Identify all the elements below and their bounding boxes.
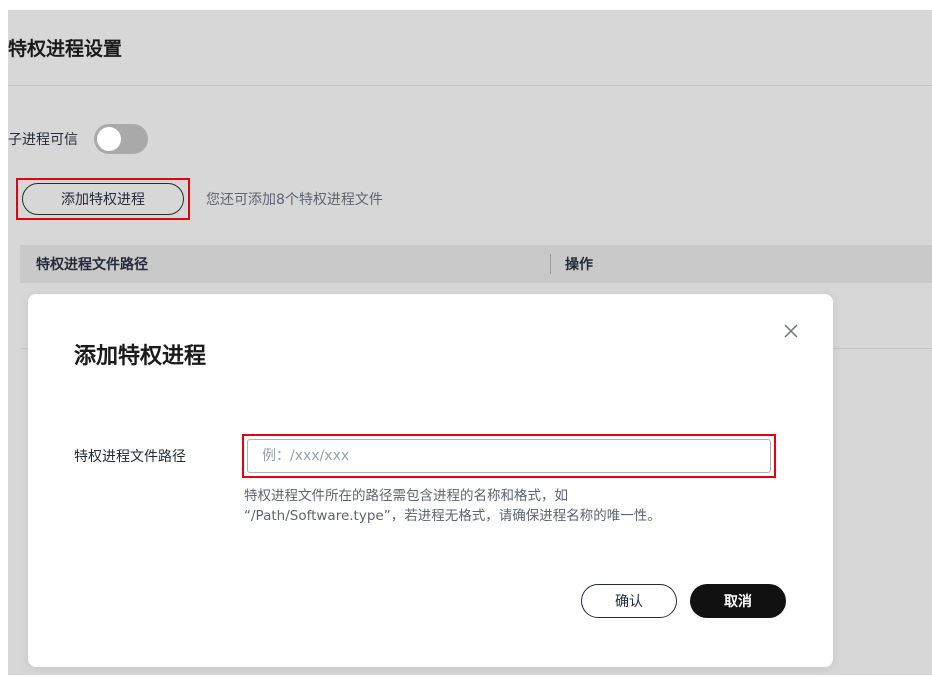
dialog-title: 添加特权进程	[74, 344, 207, 369]
help-line: 特权进程文件所在的路径需包含进程的名称和格式，如	[244, 488, 568, 504]
close-icon[interactable]	[780, 320, 802, 342]
help-line: “/Path/Software.type”，若进程无格式，请确保进程名称的唯一性…	[244, 508, 661, 524]
highlight-box: 添加特权进程	[16, 178, 190, 220]
trusted-subprocess-toggle[interactable]	[94, 124, 148, 154]
toggle-label: 子进程可信	[8, 132, 78, 148]
remaining-count-hint: 您还可添加8个特权进程文件	[206, 192, 383, 208]
add-row: 添加特权进程 您还可添加8个特权进程文件	[16, 178, 383, 220]
toggle-knob	[97, 127, 121, 151]
add-privileged-process-dialog: 添加特权进程 特权进程文件路径 特权进程文件所在的路径需包含进程的名称和格式，如…	[28, 294, 833, 667]
trusted-subprocess-row: 子进程可信	[8, 124, 148, 154]
column-header-path: 特权进程文件路径	[36, 257, 148, 273]
add-privileged-process-button[interactable]: 添加特权进程	[22, 183, 184, 215]
path-help-text: 特权进程文件所在的路径需包含进程的名称和格式，如 “/Path/Software…	[244, 486, 804, 526]
table-header: 特权进程文件路径 操作	[20, 245, 932, 283]
divider	[8, 85, 932, 86]
page-title: 特权进程设置	[8, 38, 123, 60]
confirm-button[interactable]: 确认	[581, 584, 677, 618]
highlight-box	[242, 434, 776, 478]
column-header-operation: 操作	[565, 257, 593, 273]
path-field-label: 特权进程文件路径	[74, 449, 186, 465]
cancel-button[interactable]: 取消	[690, 584, 786, 618]
path-input[interactable]	[247, 439, 771, 473]
